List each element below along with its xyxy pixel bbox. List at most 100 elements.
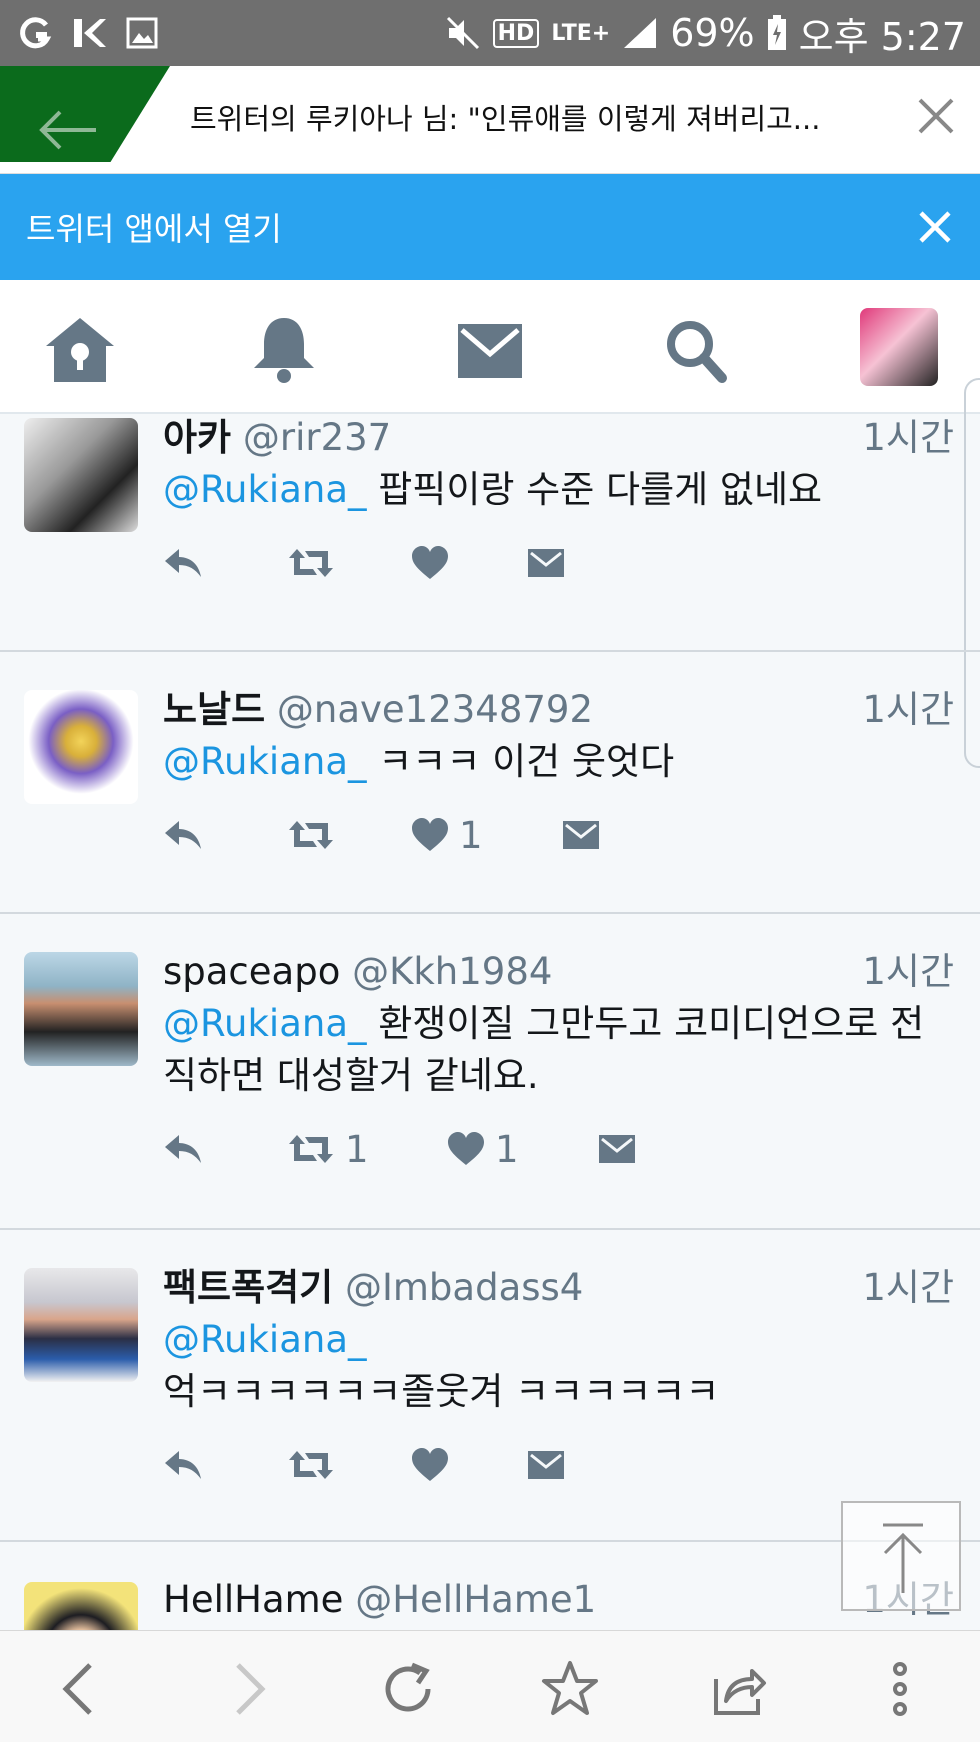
tweet-item[interactable]: spaceapo @Kkh1984 1시간 @Rukiana_ 환쟁이질 그만두… [0, 914, 980, 1230]
tweet-item[interactable]: 노날드 @nave12348792 1시간 @Rukiana_ ㅋㅋㅋ 이건 웃… [0, 652, 980, 914]
envelope-icon [528, 549, 564, 577]
direct-message-button[interactable] [527, 547, 565, 579]
direct-message-button[interactable] [598, 1133, 636, 1165]
status-bar: HD LTE+ 69% 오후 5:27 [0, 0, 980, 66]
battery-icon [767, 15, 786, 50]
tweet-item[interactable]: 아카 @rir237 1시간 @Rukiana_ 팝픽이랑 수준 다를게 없네요 [0, 414, 980, 652]
share-icon[interactable] [708, 1659, 768, 1719]
twitter-nav [0, 280, 980, 414]
browser-bottom-bar [0, 1630, 980, 1742]
heart-icon [412, 818, 448, 851]
forward-icon[interactable] [218, 1659, 278, 1719]
tweet-time[interactable]: 1시간 [862, 1264, 954, 1312]
avatar[interactable] [24, 952, 138, 1066]
envelope-icon [528, 1451, 564, 1479]
tweet-time[interactable]: 1시간 [862, 948, 954, 996]
open-in-app-banner[interactable]: 트위터 앱에서 열기 [0, 174, 980, 280]
like-button[interactable] [411, 1448, 527, 1482]
tweet-time[interactable]: 1시간 [862, 686, 954, 734]
avatar[interactable] [24, 418, 138, 532]
tweet-item[interactable]: 팩트폭격기 @Imbadass4 1시간 @Rukiana_ 억ㅋㅋㅋㅋㅋㅋ졸웃겨… [0, 1230, 980, 1542]
tweet-actions [163, 538, 565, 588]
mute-icon [446, 16, 479, 50]
reply-icon [165, 1135, 201, 1163]
scroll-to-top-button[interactable] [841, 1501, 961, 1611]
tweet-time[interactable]: 1시간 [862, 414, 954, 462]
signal-icon [624, 18, 657, 48]
app-notification-icon [74, 19, 106, 47]
hd-indicator: HD [492, 18, 540, 48]
back-arrow-icon [39, 110, 96, 150]
like-button[interactable]: 1 [447, 1128, 598, 1171]
tweet-text: ㅋㅋㅋ 이건 웃엇다 [366, 740, 675, 783]
envelope-icon [599, 1135, 635, 1163]
bell-icon[interactable] [248, 316, 320, 384]
retweet-icon [289, 1135, 333, 1163]
direct-message-button[interactable] [562, 819, 600, 851]
retweet-button[interactable] [287, 819, 411, 851]
retweet-button[interactable] [287, 1449, 411, 1481]
profile-avatar[interactable] [860, 308, 938, 386]
open-in-app-label[interactable]: 트위터 앱에서 열기 [26, 204, 282, 250]
direct-message-button[interactable] [527, 1449, 565, 1481]
like-count: 1 [459, 813, 483, 857]
home-icon[interactable] [44, 316, 116, 384]
retweet-icon [289, 1451, 333, 1479]
more-menu-icon[interactable] [870, 1659, 930, 1719]
envelope-icon [563, 821, 599, 849]
refresh-icon[interactable] [378, 1659, 438, 1719]
tweet-actions: 1 [163, 810, 600, 860]
tweet-mention[interactable]: @Rukiana_ [163, 740, 367, 783]
search-icon[interactable] [660, 316, 732, 384]
reply-button[interactable] [163, 547, 287, 579]
tweet-author-handle[interactable]: @Imbadass4 [345, 1266, 583, 1309]
retweet-button[interactable] [287, 547, 411, 579]
reply-button[interactable] [163, 1449, 287, 1481]
avatar[interactable] [24, 1268, 138, 1382]
envelope-icon[interactable] [454, 316, 526, 384]
sync-icon [20, 17, 52, 49]
tweet-author-handle[interactable]: @rir237 [243, 416, 391, 459]
tweet-actions: 1 1 [163, 1124, 636, 1174]
browser-title-bar: 트위터의 루키아나 님: "인류애를 이렇게 져버리고... [0, 66, 980, 174]
heart-icon [412, 1448, 448, 1481]
heart-icon [412, 546, 448, 579]
avatar[interactable] [24, 690, 138, 804]
tweet-author-name[interactable]: 팩트폭격기 [163, 1266, 333, 1309]
network-indicator: LTE+ [551, 20, 611, 46]
banner-close-icon[interactable] [916, 208, 954, 246]
avatar[interactable] [24, 1582, 138, 1630]
retweet-button[interactable]: 1 [287, 1128, 447, 1171]
tweet-author-name[interactable]: HellHame [163, 1578, 343, 1621]
image-notification-icon [126, 17, 158, 49]
retweet-count: 1 [345, 1127, 369, 1171]
reply-icon [165, 549, 201, 577]
like-count: 1 [495, 1127, 519, 1171]
like-button[interactable]: 1 [411, 814, 562, 857]
tweet-author-handle[interactable]: @Kkh1984 [352, 950, 552, 993]
tweet-author-name[interactable]: 노날드 [163, 688, 265, 731]
clock: 오후 5:27 [798, 14, 966, 59]
page-title[interactable]: 트위터의 루키아나 님: "인류애를 이렇게 져버리고... [190, 96, 870, 138]
tweet-mention[interactable]: @Rukiana_ [163, 1318, 367, 1361]
reply-button[interactable] [163, 1133, 287, 1165]
like-button[interactable] [411, 546, 527, 580]
tweet-author-name[interactable]: spaceapo [163, 950, 340, 993]
tweet-text: 팝픽이랑 수준 다를게 없네요 [366, 468, 823, 511]
close-icon[interactable] [914, 94, 958, 138]
tweet-feed[interactable]: 아카 @rir237 1시간 @Rukiana_ 팝픽이랑 수준 다를게 없네요… [0, 414, 980, 1630]
tweet-author-handle[interactable]: @nave12348792 [277, 688, 593, 731]
tweet-item[interactable]: HellHame @HellHame1 1시간 [0, 1542, 980, 1630]
arrow-up-to-top-icon [883, 1523, 923, 1593]
retweet-icon [289, 821, 333, 849]
tweet-mention[interactable]: @Rukiana_ [163, 468, 367, 511]
bookmark-star-icon[interactable] [540, 1659, 600, 1719]
tweet-author-handle[interactable]: @HellHame1 [355, 1578, 596, 1621]
reply-button[interactable] [163, 819, 287, 851]
back-icon[interactable] [50, 1659, 110, 1719]
tweet-mention[interactable]: @Rukiana_ [163, 1002, 367, 1045]
back-button[interactable] [0, 66, 170, 162]
tweet-actions [163, 1440, 565, 1490]
tweet-text: 억ㅋㅋㅋㅋㅋㅋ졸웃겨 ㅋㅋㅋㅋㅋㅋ [163, 1370, 720, 1413]
tweet-author-name[interactable]: 아카 [163, 416, 231, 459]
